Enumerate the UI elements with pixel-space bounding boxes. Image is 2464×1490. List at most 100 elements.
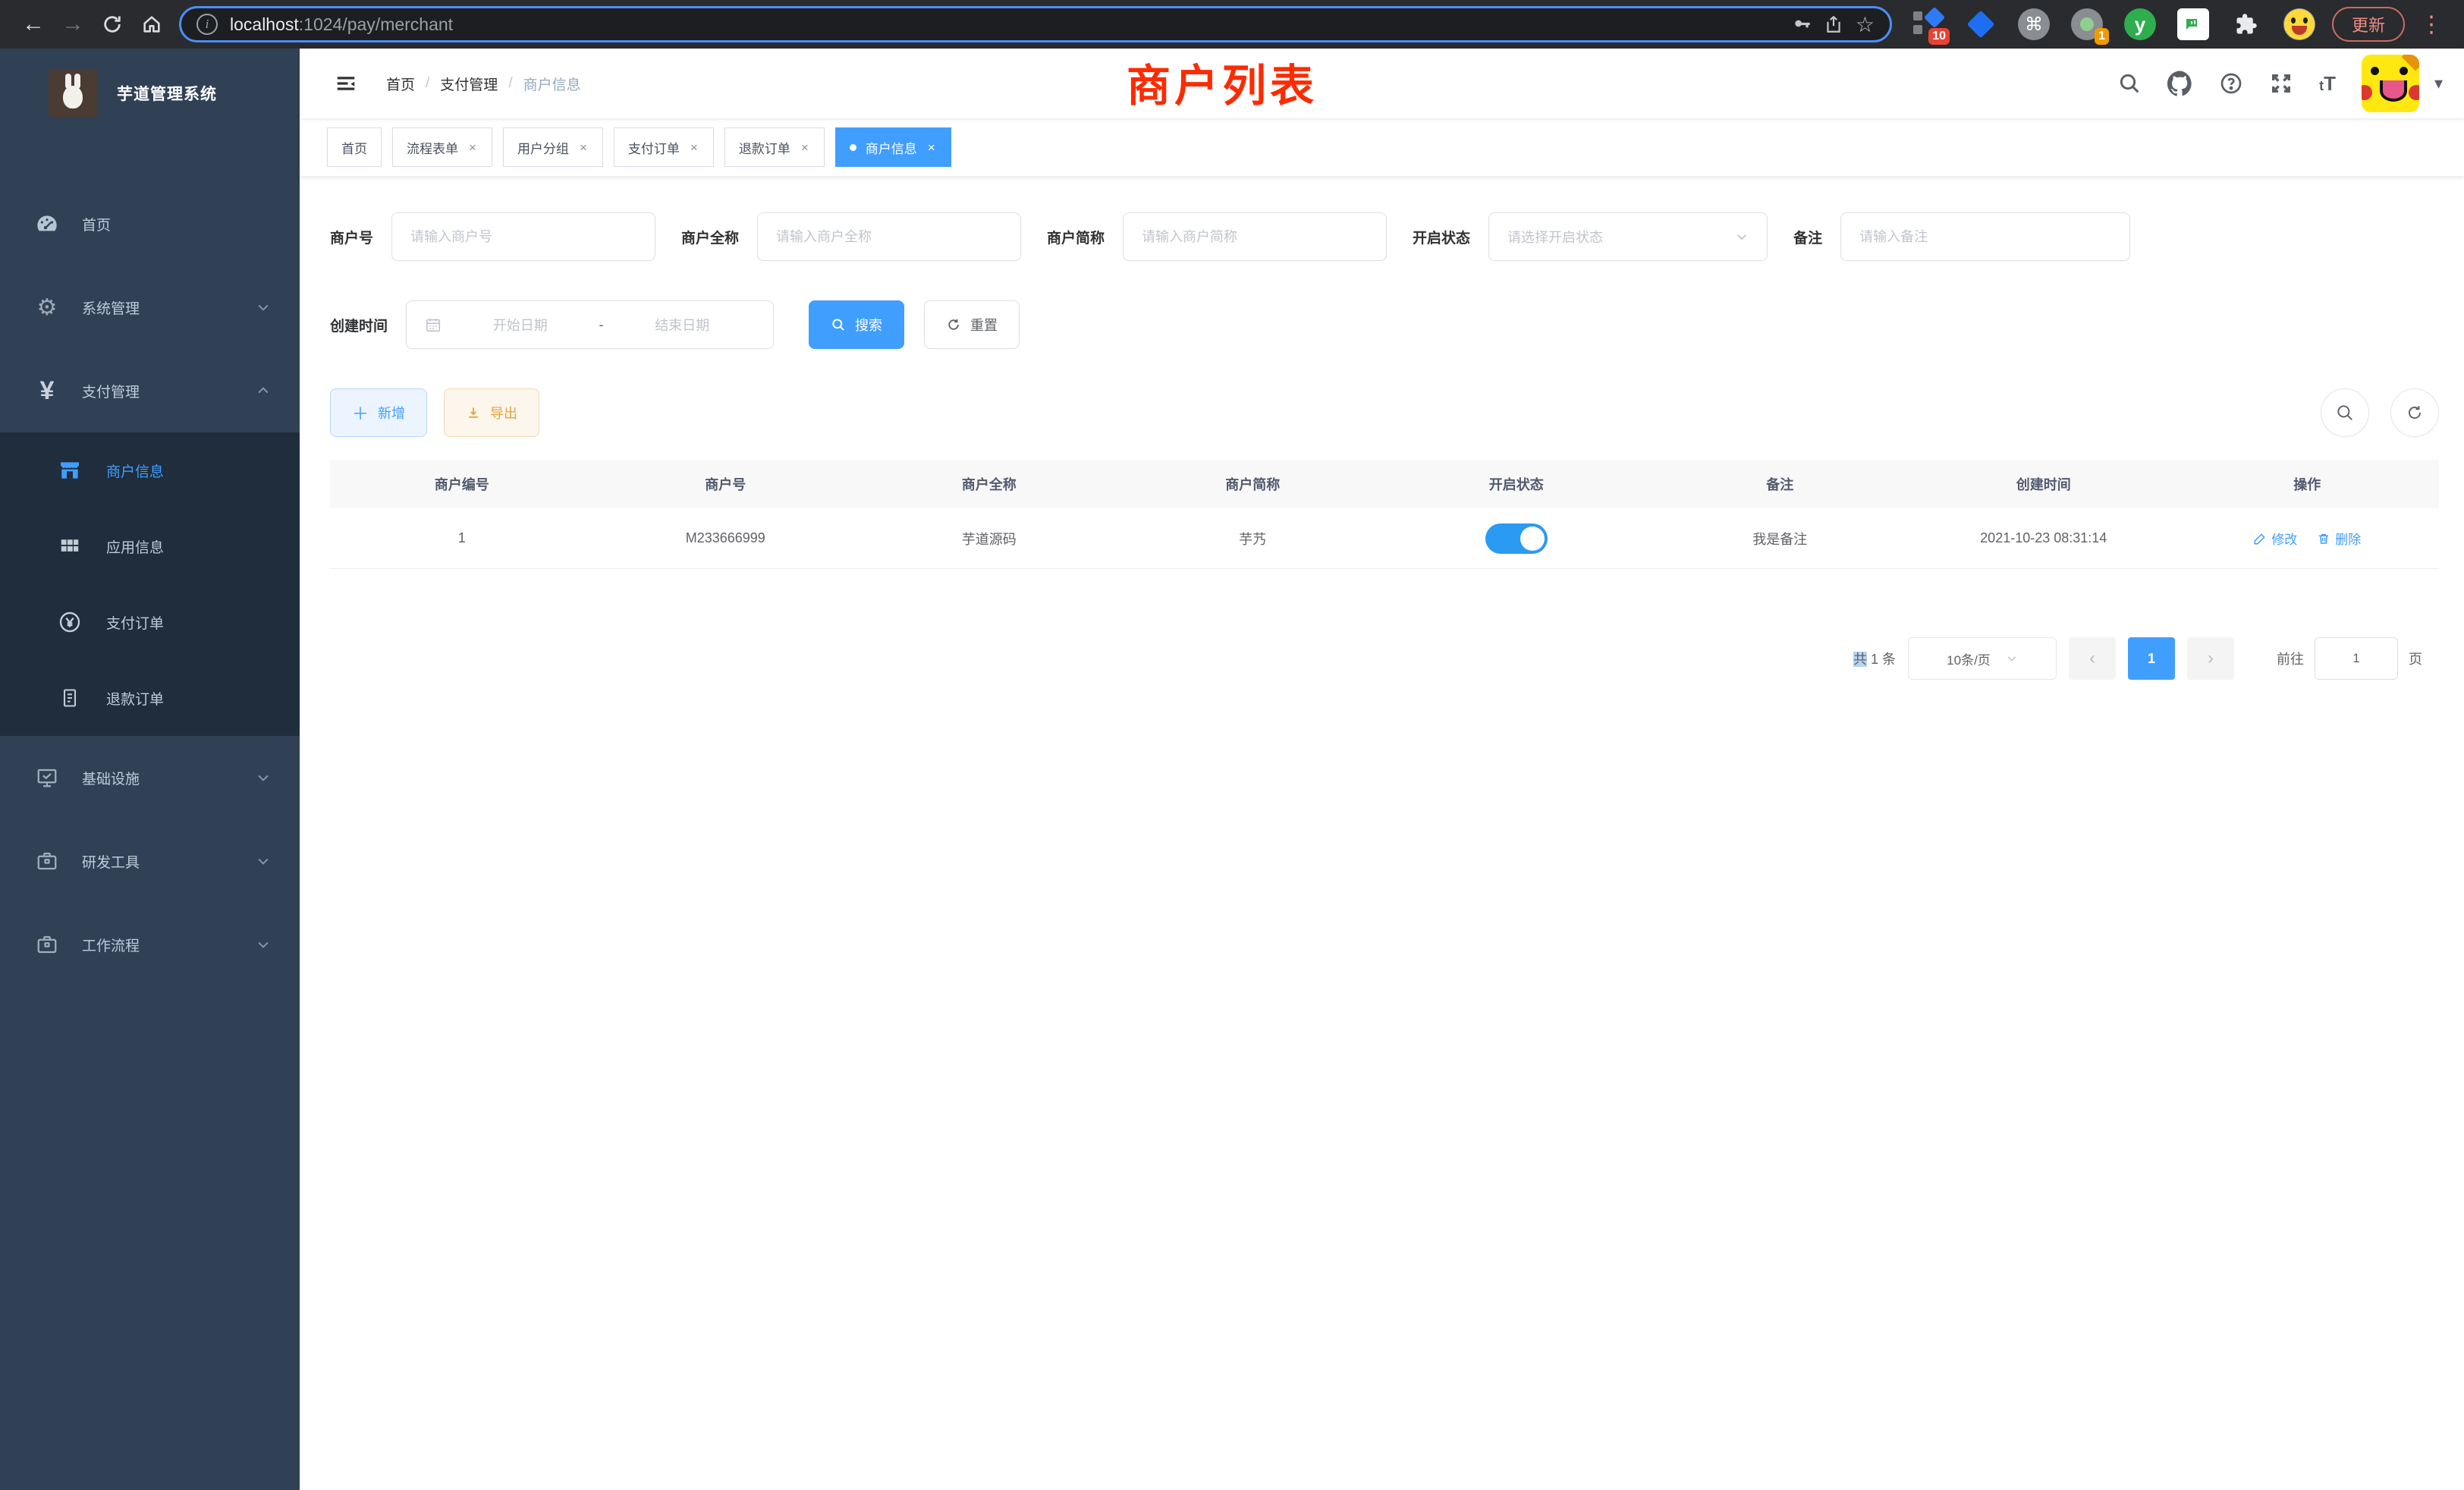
extension-grid-icon[interactable]: 10	[1910, 7, 1945, 42]
browser-forward-icon[interactable]: →	[53, 5, 93, 44]
share-icon[interactable]	[1824, 14, 1843, 34]
browser-home-icon[interactable]	[132, 5, 171, 44]
next-page-button[interactable]: ›	[2187, 637, 2234, 680]
add-button[interactable]: ＋ 新增	[330, 388, 427, 437]
tab-label: 流程表单	[407, 138, 458, 157]
prev-page-button[interactable]: ‹	[2069, 637, 2116, 680]
close-icon[interactable]: ×	[689, 141, 699, 154]
password-key-icon[interactable]	[1792, 14, 1812, 34]
refresh-table-button[interactable]	[2390, 388, 2439, 437]
refresh-icon	[946, 317, 961, 332]
breadcrumb-separator: /	[426, 75, 429, 92]
extension-recorder-icon[interactable]: 1	[2070, 7, 2104, 42]
tab-refund-order[interactable]: 退款订单 ×	[724, 127, 825, 167]
search-icon[interactable]	[2117, 71, 2142, 96]
col-header: 创建时间	[1912, 474, 2176, 494]
sidebar-item-pay-order[interactable]: 支付订单	[0, 584, 300, 660]
browser-reload-icon[interactable]	[93, 5, 132, 44]
yen-icon: ¥	[33, 376, 61, 406]
create-time-range-picker[interactable]: 开始日期 - 结束日期	[406, 300, 774, 349]
address-bar[interactable]: i localhost:1024/pay/merchant ☆	[179, 6, 1892, 42]
sidebar-item-app-info[interactable]: 应用信息	[0, 508, 300, 584]
help-icon[interactable]	[2219, 71, 2243, 96]
chevron-down-icon	[256, 853, 271, 869]
tab-pay-order[interactable]: 支付订单 ×	[614, 127, 714, 167]
calendar-icon	[425, 316, 442, 333]
hamburger-icon[interactable]	[330, 68, 362, 99]
close-icon[interactable]: ×	[467, 141, 478, 154]
font-size-icon[interactable]: tT	[2319, 72, 2336, 96]
sidebar-item-label: 退款订单	[106, 688, 164, 709]
close-icon[interactable]: ×	[578, 141, 589, 154]
tab-merchant-info[interactable]: 商户信息 ×	[835, 127, 951, 167]
cell-status	[1384, 523, 1648, 554]
cell-merchant-id: 1	[330, 530, 594, 546]
sidebar-item-home[interactable]: 首页	[0, 182, 300, 266]
bookmark-star-icon[interactable]: ☆	[1856, 12, 1875, 37]
create-time-label: 创建时间	[330, 315, 388, 335]
filter-row-2: 创建时间 开始日期 - 结束日期 搜索 重置	[330, 300, 2439, 349]
sidebar-item-system[interactable]: ⚙ 系统管理	[0, 266, 300, 349]
browser-back-icon[interactable]: ←	[14, 5, 53, 44]
sidebar-item-merchant-info[interactable]: 商户信息	[0, 432, 300, 508]
document-icon	[56, 687, 83, 709]
extensions-puzzle-icon[interactable]	[2229, 7, 2264, 42]
sidebar-item-pay[interactable]: ¥ 支付管理	[0, 349, 300, 432]
monitor-check-icon	[33, 766, 61, 789]
search-button[interactable]: 搜索	[809, 300, 904, 349]
status-toggle[interactable]	[1485, 523, 1548, 554]
status-select[interactable]: 请选择开启状态	[1488, 212, 1768, 261]
delete-button[interactable]: 删除	[2317, 529, 2361, 548]
sidebar-item-label: 支付订单	[106, 612, 164, 633]
cell-remark: 我是备注	[1648, 529, 1912, 549]
reset-button[interactable]: 重置	[924, 300, 1020, 349]
goto-page-input[interactable]	[2315, 637, 2398, 680]
search-icon	[831, 317, 846, 332]
extension-y-icon[interactable]: y	[2123, 7, 2158, 42]
breadcrumb-current: 商户信息	[523, 74, 581, 94]
tab-user-group[interactable]: 用户分组 ×	[503, 127, 603, 167]
close-icon[interactable]: ×	[800, 141, 810, 154]
cell-actions: 修改 删除	[2176, 529, 2440, 548]
full-name-input[interactable]	[757, 212, 1021, 261]
github-icon[interactable]	[2167, 71, 2193, 96]
browser-menu-icon[interactable]: ⋮	[2412, 11, 2450, 38]
breadcrumb-pay[interactable]: 支付管理	[440, 74, 498, 94]
page-title-annotation: 商户列表	[1127, 50, 1318, 114]
tab-process-form[interactable]: 流程表单 ×	[392, 127, 492, 167]
user-avatar[interactable]	[2362, 55, 2419, 112]
breadcrumb-home[interactable]: 首页	[386, 74, 415, 94]
navbar-actions: tT ▾	[2117, 49, 2443, 118]
breadcrumb: 首页 / 支付管理 / 商户信息	[386, 74, 581, 94]
tab-home[interactable]: 首页	[327, 127, 382, 167]
sidebar-item-label: 工作流程	[82, 935, 140, 955]
extension-chat-icon[interactable]	[2176, 7, 2211, 42]
col-header: 商户编号	[330, 474, 594, 494]
browser-update-button[interactable]: 更新	[2332, 7, 2405, 42]
export-button[interactable]: 导出	[444, 388, 539, 437]
sidebar-item-refund-order[interactable]: 退款订单	[0, 660, 300, 736]
merchant-no-input[interactable]	[391, 212, 655, 261]
breadcrumb-separator: /	[508, 75, 512, 92]
short-name-label: 商户简称	[1047, 227, 1105, 247]
browser-profile-avatar[interactable]	[2282, 7, 2317, 42]
app-logo-row[interactable]: 芋道管理系统	[0, 49, 300, 138]
short-name-input[interactable]	[1123, 212, 1387, 261]
tags-view-bar: 首页 流程表单 × 用户分组 × 支付订单 × 退款订单 × 商户信息 ×	[300, 118, 2464, 176]
close-icon[interactable]: ×	[926, 141, 937, 154]
toggle-search-button[interactable]	[2321, 388, 2369, 437]
remark-input[interactable]	[1840, 212, 2130, 261]
avatar-caret-icon[interactable]: ▾	[2434, 74, 2443, 93]
col-header: 商户全称	[857, 474, 1121, 494]
edit-button[interactable]: 修改	[2253, 529, 2297, 548]
fullscreen-icon[interactable]	[2269, 71, 2293, 96]
sidebar-item-devtools[interactable]: 研发工具	[0, 819, 300, 903]
extension-command-icon[interactable]: ⌘	[2016, 7, 2051, 42]
page-size-select[interactable]: 10条/页	[1908, 637, 2057, 680]
yen-circle-icon	[56, 610, 83, 634]
site-info-icon[interactable]: i	[196, 14, 218, 35]
extension-gem-icon[interactable]	[1963, 7, 1998, 42]
sidebar-item-workflow[interactable]: 工作流程	[0, 903, 300, 986]
page-1-button[interactable]: 1	[2128, 637, 2175, 680]
sidebar-item-infra[interactable]: 基础设施	[0, 736, 300, 819]
